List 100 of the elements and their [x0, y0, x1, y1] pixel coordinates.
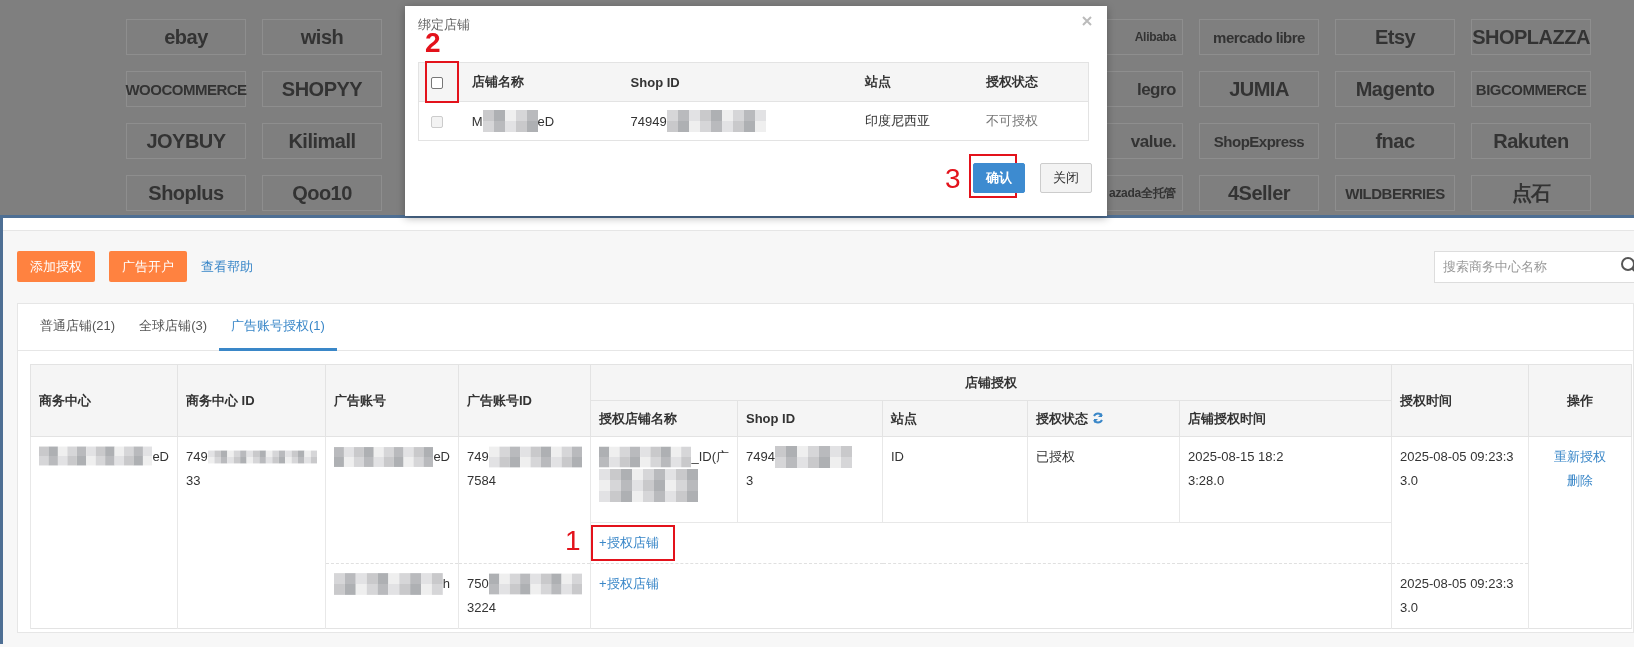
column-header: 授权状态 — [1036, 410, 1088, 426]
tab[interactable]: 广告账号授权(1) — [219, 304, 337, 351]
logo-text: JUMIA — [1229, 79, 1289, 99]
cell-text: _ID(广 — [691, 448, 729, 466]
logo-text: mercado libre — [1213, 29, 1305, 45]
logo-text: Kilimall — [288, 131, 356, 151]
column-header: 站点 — [864, 74, 891, 89]
action-link[interactable]: 删除 — [1567, 469, 1593, 493]
logo-text: SHOPYY — [281, 79, 363, 99]
logo-tile[interactable]: WOOCOMMERCE — [126, 71, 246, 107]
logo-tile[interactable]: ebay — [126, 19, 246, 55]
cell-text: 749 — [467, 448, 489, 466]
logo-tile[interactable]: mercado libre — [1199, 19, 1319, 55]
cell-text: 3 — [746, 472, 754, 490]
cell-text: 不可授权 — [986, 113, 1038, 128]
logo-text: Qoo10 — [292, 183, 352, 203]
column-header: 商务中心 ID — [186, 392, 255, 408]
cell-text: 33 — [186, 472, 201, 490]
checkbox[interactable] — [431, 77, 443, 90]
column-header: 站点 — [891, 410, 917, 426]
logo-text: Magento — [1355, 79, 1435, 99]
logo-tile[interactable]: Shoplus — [126, 175, 246, 211]
cell-text: 74949 — [630, 113, 667, 129]
pixelated-text — [482, 110, 538, 132]
column-header: 授权状态 — [986, 74, 1038, 89]
logo-tile[interactable]: WILDBERRIES — [1335, 175, 1455, 211]
cell-text: 2025-08-15 18:2 3:28.0 — [1188, 449, 1284, 488]
cell-text: 2025-08-05 09:23:3 3.0 — [1400, 449, 1514, 488]
logo-tile[interactable]: BIGCOMMERCE — [1471, 71, 1591, 107]
column-header: 广告账号 — [334, 392, 386, 408]
logo-text: 4Seller — [1227, 183, 1291, 203]
column-header: Shop ID — [746, 411, 796, 426]
logo-text: WOOCOMMERCE — [125, 81, 247, 97]
logo-text: Alibaba — [1134, 31, 1176, 43]
cell-text: 2025-08-05 09:23:3 3.0 — [1400, 576, 1514, 615]
search-field[interactable]: 搜索商务中心名称 — [1434, 250, 1634, 283]
logo-tile[interactable]: SHOPLAZZA — [1471, 19, 1591, 55]
action-button[interactable]: 广告开户 — [109, 251, 187, 282]
cell-text: 750 — [467, 575, 489, 593]
confirm-button[interactable]: 确认 — [973, 163, 1025, 193]
logo-tile[interactable]: wish — [262, 19, 382, 55]
cell-text: 3224 — [467, 599, 496, 617]
cell-text: eD — [537, 113, 555, 129]
dialog-title: 绑定店铺 — [418, 16, 470, 32]
column-header: 授权店铺名称 — [599, 410, 677, 426]
tab[interactable]: 全球店铺(3) — [127, 304, 219, 351]
logo-tile[interactable]: 4Seller — [1199, 175, 1319, 211]
column-header: 店铺授权 — [965, 374, 1017, 390]
logo-text: SHOPLAZZA — [1472, 27, 1590, 47]
action-button[interactable]: 添加授权 — [17, 251, 95, 282]
cell-text: h — [442, 575, 450, 593]
column-header: 操作 — [1567, 392, 1593, 408]
logo-tile[interactable]: JOYBUY — [126, 123, 246, 159]
column-header: Shop ID — [630, 74, 680, 90]
column-header: 广告账号ID — [467, 392, 532, 408]
cell-text: ID — [891, 449, 904, 464]
logo-tile[interactable]: Qoo10 — [262, 175, 382, 211]
cell-text: eD — [152, 448, 169, 466]
logo-tile[interactable]: Magento — [1335, 71, 1455, 107]
logo-tile[interactable]: 点石 — [1471, 175, 1591, 211]
cell-text: eD — [433, 448, 450, 466]
logo-text: wish — [300, 27, 344, 47]
annotation-number: 2 — [425, 29, 441, 57]
column-header: 店铺名称 — [471, 74, 524, 89]
cell-text: 印度尼西亚 — [864, 113, 930, 128]
logo-text: 点石 — [1511, 183, 1551, 203]
tab[interactable]: 普通店铺(21) — [28, 304, 128, 351]
logo-tile[interactable]: JUMIA — [1199, 71, 1319, 107]
logo-text: azada全托管 — [1109, 187, 1176, 199]
cell-text: 7494 — [746, 448, 775, 466]
logo-text: WILDBERRIES — [1345, 185, 1445, 201]
logo-tile[interactable]: Etsy — [1335, 19, 1455, 55]
logo-text: Shoplus — [148, 183, 224, 203]
logo-text: BIGCOMMERCE — [1475, 81, 1587, 97]
cell-text: 749 — [186, 448, 208, 466]
logo-tile[interactable]: Kilimall — [262, 123, 382, 159]
logo-text: Etsy — [1374, 27, 1416, 47]
logo-tile[interactable]: ShopExpress — [1199, 123, 1319, 159]
cell-text: 7584 — [467, 472, 496, 490]
action-link[interactable]: 重新授权 — [1554, 445, 1606, 469]
logo-text: fnac — [1375, 131, 1415, 151]
annotation-number: 1 — [565, 527, 581, 555]
authorize-shop-link[interactable]: +授权店铺 — [599, 535, 659, 550]
close-icon[interactable] — [1082, 16, 1092, 26]
logo-tile[interactable]: SHOPYY — [262, 71, 382, 107]
logo-tile[interactable]: fnac — [1335, 123, 1455, 159]
authorize-shop-link[interactable]: +授权店铺 — [599, 576, 659, 591]
help-link[interactable]: 查看帮助 — [201, 257, 253, 276]
cell-text: M — [471, 113, 483, 129]
logo-text: ShopExpress — [1213, 133, 1305, 149]
logo-text: Rakuten — [1493, 131, 1569, 151]
refresh-icon[interactable] — [1091, 411, 1104, 424]
highlight-box — [425, 61, 459, 103]
close-button[interactable]: 关闭 — [1040, 163, 1092, 193]
annotation-number: 3 — [945, 165, 961, 193]
logo-tile[interactable]: Rakuten — [1471, 123, 1591, 159]
column-header: 商务中心 — [39, 392, 91, 408]
logo-text: value. — [1130, 132, 1176, 150]
cell-text: 已授权 — [1036, 449, 1075, 464]
logo-text: ebay — [164, 27, 208, 47]
